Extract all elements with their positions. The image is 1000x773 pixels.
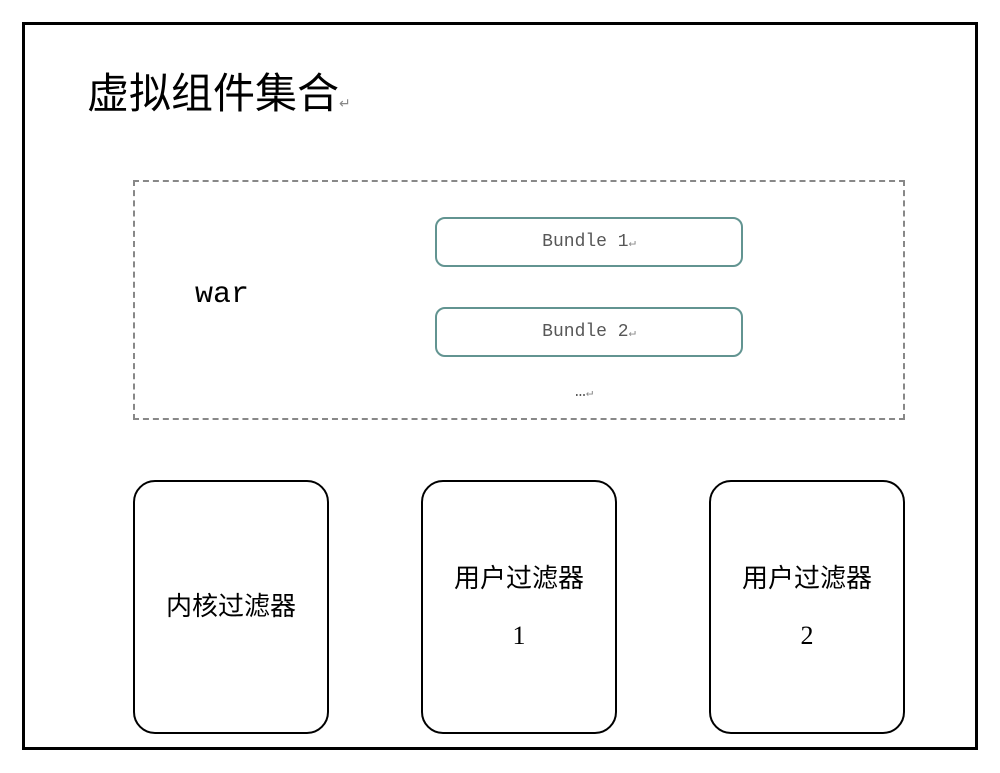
bundle-2-label: Bundle 2 (542, 322, 628, 342)
ellipsis: …↵ (575, 382, 593, 402)
user-filter-1-number: 1 (512, 621, 525, 650)
bundle-1-box: Bundle 1↵ (435, 217, 743, 267)
title-text: 虚拟组件集合 (87, 72, 339, 118)
user-filter-2-box: 用户过滤器 2 (709, 480, 905, 734)
ellipsis-text: … (575, 382, 586, 402)
kernel-filter-label: 内核过滤器 (166, 592, 296, 621)
war-container: war Bundle 1↵ Bundle 2↵ …↵ (133, 180, 905, 420)
user-filter-2-number: 2 (800, 621, 813, 650)
kernel-filter-text: 内核过滤器 (166, 578, 296, 635)
user-filter-1-text: 用户过滤器 1 (454, 550, 584, 664)
outer-frame: 虚拟组件集合↵ war Bundle 1↵ Bundle 2↵ …↵ 内核过滤器… (22, 22, 978, 750)
title-mark: ↵ (339, 97, 351, 112)
user-filter-1-label: 用户过滤器 (454, 564, 584, 593)
bundle-1-label: Bundle 1 (542, 232, 628, 252)
kernel-filter-box: 内核过滤器 (133, 480, 329, 734)
diagram-title: 虚拟组件集合↵ (87, 60, 351, 121)
user-filter-1-box: 用户过滤器 1 (421, 480, 617, 734)
bundle-1-mark: ↵ (629, 235, 636, 250)
ellipsis-mark: ↵ (586, 386, 593, 400)
bundle-2-mark: ↵ (629, 325, 636, 340)
war-label: war (195, 278, 249, 312)
user-filter-2-text: 用户过滤器 2 (742, 550, 872, 664)
bundle-2-box: Bundle 2↵ (435, 307, 743, 357)
user-filter-2-label: 用户过滤器 (742, 564, 872, 593)
